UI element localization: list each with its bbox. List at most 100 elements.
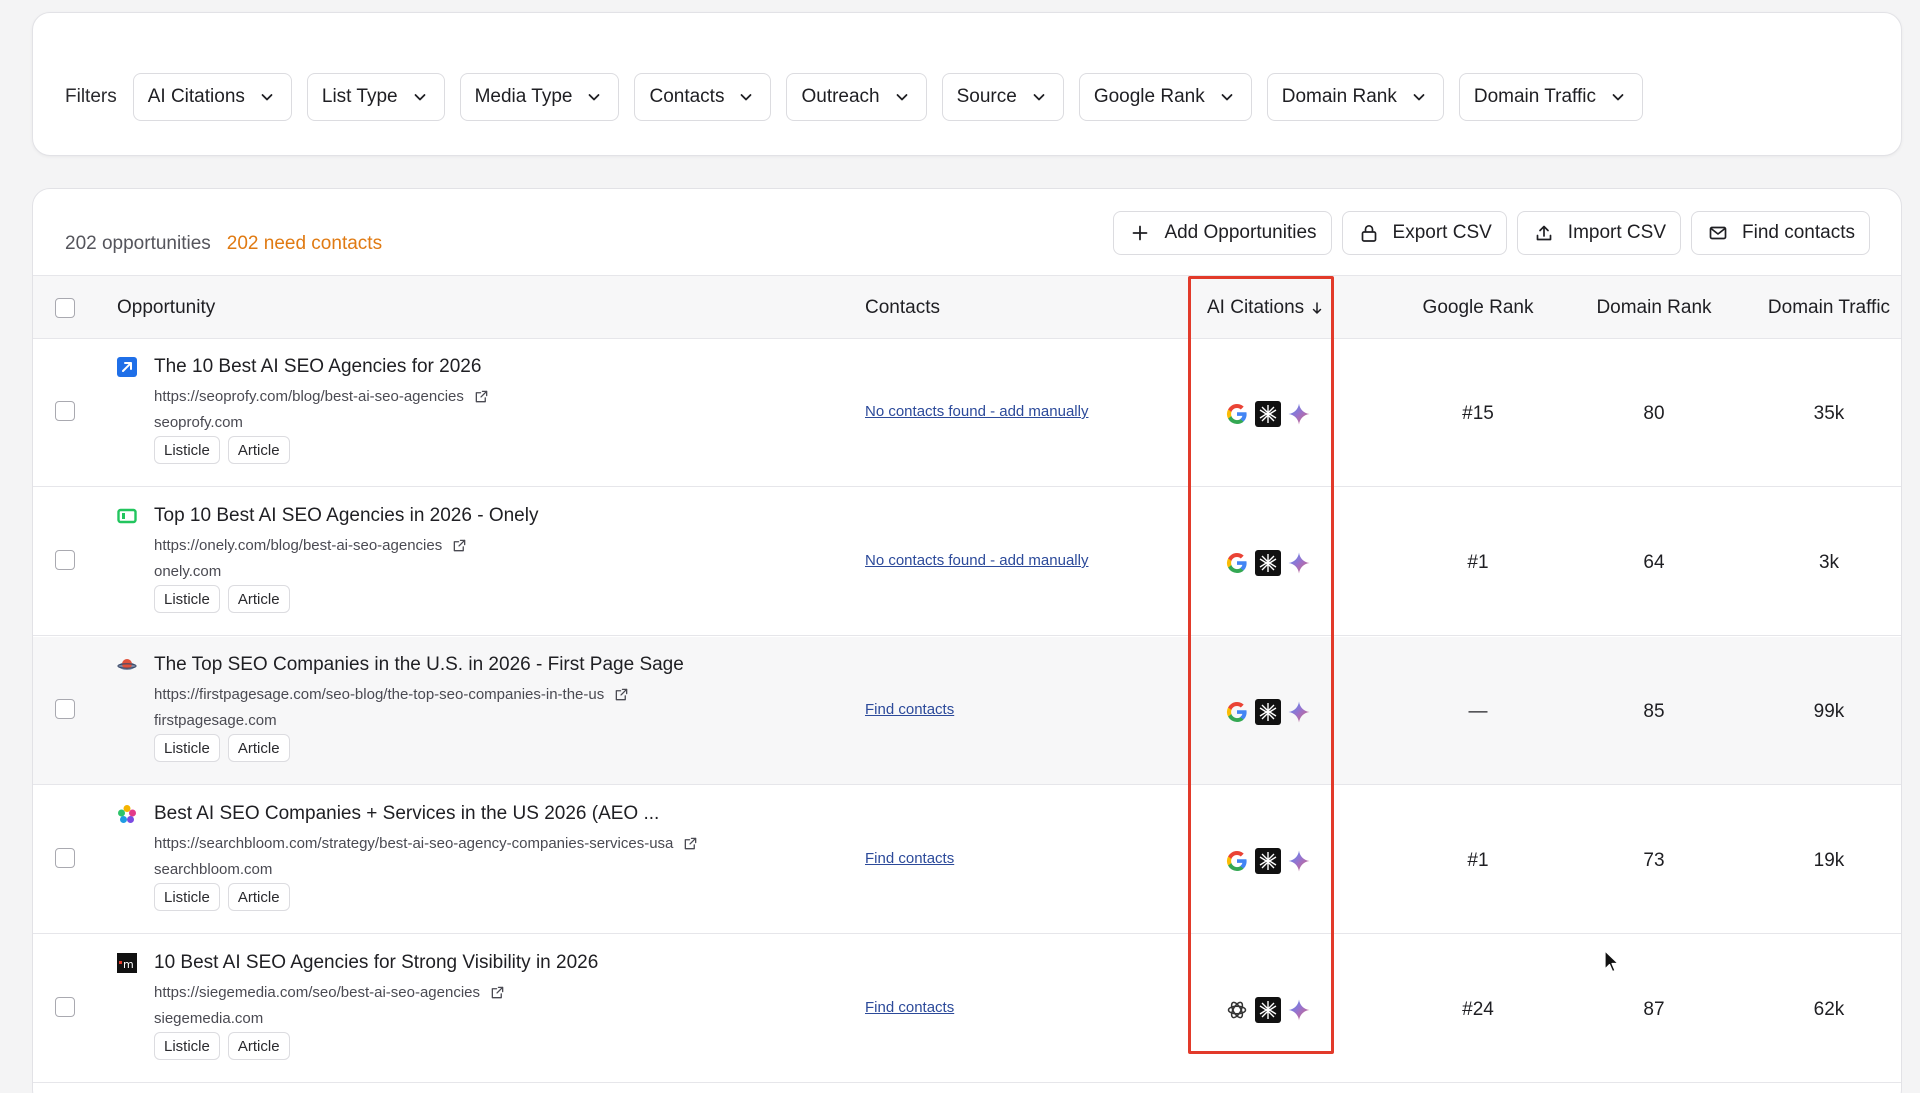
column-opportunity[interactable]: Opportunity <box>117 276 215 340</box>
column-domain-traffic[interactable]: Domain Traffic <box>1739 276 1901 340</box>
tag-list: Listicle Article <box>154 585 290 613</box>
opportunities-table-card: 202 opportunities 202 need contacts Add … <box>32 188 1902 1093</box>
column-domain-rank[interactable]: Domain Rank <box>1564 276 1744 340</box>
import-csv-label: Import CSV <box>1567 222 1666 243</box>
filter-label: Domain Rank <box>1281 86 1397 107</box>
column-ai-citations[interactable]: AI Citations <box>1207 276 1324 340</box>
select-all-checkbox[interactable] <box>55 298 75 318</box>
export-csv-label: Export CSV <box>1392 222 1492 243</box>
opportunity-url[interactable]: https://seoprofy.com/blog/best-ai-seo-ag… <box>154 388 489 405</box>
filter-source[interactable]: Source <box>941 73 1064 121</box>
perplexity-icon <box>1255 848 1281 874</box>
domain-traffic-value: 62k <box>1813 999 1845 1020</box>
filter-google-rank[interactable]: Google Rank <box>1078 73 1252 121</box>
row-checkbox[interactable] <box>55 997 75 1017</box>
tag-listicle: Listicle <box>154 734 220 762</box>
opportunity-count: 202 opportunities <box>65 233 211 254</box>
tag-listicle: Listicle <box>154 585 220 613</box>
external-link-icon[interactable] <box>490 985 505 1000</box>
opportunity-url[interactable]: https://onely.com/blog/best-ai-seo-agenc… <box>154 537 467 554</box>
row-checkbox[interactable] <box>55 550 75 570</box>
filter-domain-traffic[interactable]: Domain Traffic <box>1458 73 1643 121</box>
filter-list-type[interactable]: List Type <box>306 73 445 121</box>
tag-article: Article <box>227 436 290 464</box>
row-checkbox[interactable] <box>55 848 75 868</box>
find-contacts-link[interactable]: Find contacts <box>865 850 954 867</box>
row-checkbox[interactable] <box>55 401 75 421</box>
gemini-icon <box>1288 552 1310 574</box>
table-row[interactable]: Best AI SEO Companies + Services in the … <box>33 786 1901 934</box>
chevron-down-icon <box>1612 94 1624 101</box>
filter-media-type[interactable]: Media Type <box>459 73 620 121</box>
perplexity-icon <box>1255 997 1281 1023</box>
column-contacts[interactable]: Contacts <box>865 276 940 340</box>
filter-label: List Type <box>321 86 398 107</box>
opportunity-url[interactable]: https://siegemedia.com/seo/best-ai-seo-a… <box>154 984 505 1001</box>
column-google-rank[interactable]: Google Rank <box>1388 276 1568 340</box>
mouse-cursor-icon <box>1604 950 1619 973</box>
tag-article: Article <box>227 883 290 911</box>
filter-domain-rank[interactable]: Domain Rank <box>1266 73 1444 121</box>
external-link-icon[interactable] <box>614 687 629 702</box>
opportunity-domain: onely.com <box>154 563 222 580</box>
add-contacts-manually-link[interactable]: No contacts found - add manually <box>865 552 1088 569</box>
tag-article: Article <box>227 734 290 762</box>
find-contacts-label: Find contacts <box>1742 222 1855 243</box>
table-row[interactable]: The Top SEO Companies in the U.S. in 202… <box>33 637 1901 785</box>
table-row[interactable]: Top 10 Best AI SEO Agencies in 2026 - On… <box>33 488 1901 636</box>
opportunity-url[interactable]: https://searchbloom.com/strategy/best-ai… <box>154 835 698 852</box>
domain-traffic-value: 99k <box>1813 701 1845 722</box>
opportunity-title[interactable]: 10 Best AI SEO Agencies for Strong Visib… <box>154 952 598 974</box>
filter-contacts[interactable]: Contacts <box>634 73 772 121</box>
opportunity-url-text: https://firstpagesage.com/seo-blog/the-t… <box>154 686 605 703</box>
domain-rank-value: 80 <box>1643 403 1665 424</box>
import-csv-button[interactable]: Import CSV <box>1516 211 1681 255</box>
domain-traffic-value: 35k <box>1813 403 1845 424</box>
row-checkbox[interactable] <box>55 699 75 719</box>
lock-icon <box>1361 224 1376 242</box>
ai-citations-cell <box>1225 997 1311 1023</box>
find-contacts-link[interactable]: Find contacts <box>865 701 954 718</box>
filter-label: Domain Traffic <box>1473 86 1596 107</box>
table-actions: Add Opportunities Export CSV Import CSV … <box>1113 211 1870 255</box>
opportunity-domain: searchbloom.com <box>154 861 273 878</box>
ai-citations-cell <box>1225 401 1311 427</box>
google-rank-value: #24 <box>1462 999 1494 1020</box>
opportunity-title[interactable]: Top 10 Best AI SEO Agencies in 2026 - On… <box>154 505 538 527</box>
tag-list: Listicle Article <box>154 883 290 911</box>
external-link-icon[interactable] <box>452 538 467 553</box>
onely-favicon-icon <box>117 508 137 524</box>
filters-label: Filters <box>65 86 117 107</box>
tag-listicle: Listicle <box>154 1032 220 1060</box>
add-opportunities-label: Add Opportunities <box>1164 222 1317 243</box>
domain-rank-value: 64 <box>1643 552 1665 573</box>
domain-rank-value: 85 <box>1643 701 1665 722</box>
perplexity-icon <box>1255 699 1281 725</box>
add-opportunities-button[interactable]: Add Opportunities <box>1113 211 1332 255</box>
external-link-icon[interactable] <box>683 836 698 851</box>
table-row[interactable]: The 10 Best AI SEO Agencies for 2026 htt… <box>33 339 1901 487</box>
filter-ai-citations[interactable]: AI Citations <box>132 73 292 121</box>
opportunity-title[interactable]: The 10 Best AI SEO Agencies for 2026 <box>154 356 481 378</box>
opportunity-title[interactable]: The Top SEO Companies in the U.S. in 202… <box>154 654 684 676</box>
find-contacts-link[interactable]: Find contacts <box>865 999 954 1016</box>
openai-icon <box>1227 1001 1247 1019</box>
sort-down-icon <box>1312 302 1322 314</box>
siegemedia-favicon-icon: m <box>117 953 137 973</box>
find-contacts-button[interactable]: Find contacts <box>1691 211 1870 255</box>
opportunity-title[interactable]: Best AI SEO Companies + Services in the … <box>154 803 659 825</box>
chevron-down-icon <box>1413 94 1425 101</box>
searchbloom-favicon-icon <box>118 805 136 823</box>
google-rank-value: #15 <box>1462 403 1494 424</box>
filter-label: Google Rank <box>1093 86 1205 107</box>
gemini-icon <box>1288 850 1310 872</box>
filter-outreach[interactable]: Outreach <box>786 73 927 121</box>
domain-rank-value: 87 <box>1643 999 1665 1020</box>
domain-traffic-value: 19k <box>1813 850 1845 871</box>
table-row[interactable]: m 10 Best AI SEO Agencies for Strong Vis… <box>33 935 1901 1083</box>
opportunity-url[interactable]: https://firstpagesage.com/seo-blog/the-t… <box>154 686 629 703</box>
external-link-icon[interactable] <box>474 389 489 404</box>
google-rank-value: — <box>1468 701 1488 722</box>
export-csv-button[interactable]: Export CSV <box>1341 211 1507 255</box>
add-contacts-manually-link[interactable]: No contacts found - add manually <box>865 403 1088 420</box>
